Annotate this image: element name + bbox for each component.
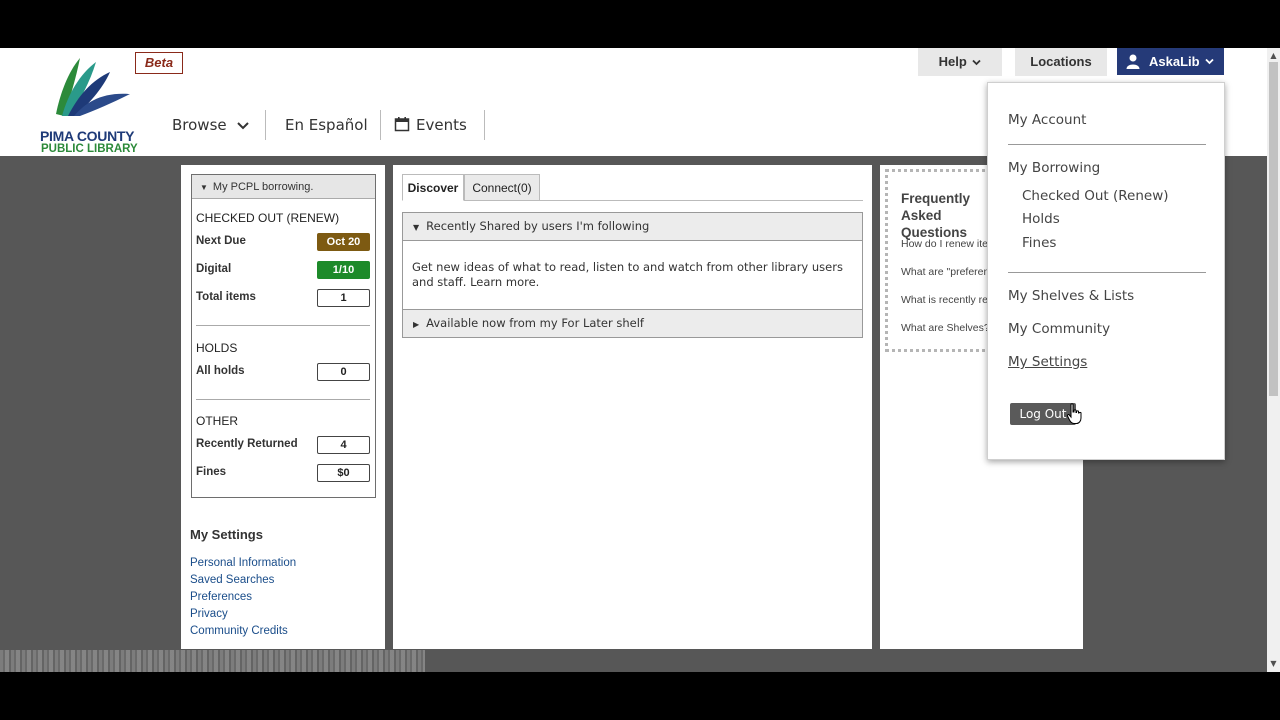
nav-divider — [484, 110, 485, 140]
section-divider — [196, 399, 370, 400]
user-name: AskaLib — [1149, 54, 1200, 69]
menu-my-settings[interactable]: My Settings — [1008, 354, 1087, 370]
available-now-header[interactable]: ▶ Available now from my For Later shelf — [402, 309, 863, 338]
status-bar-blur — [0, 650, 425, 672]
recently-shared-header[interactable]: ▼ Recently Shared by users I'm following — [402, 212, 863, 241]
borrowing-header[interactable]: ▼ My PCPL borrowing. — [192, 175, 375, 199]
borrowing-header-label: My PCPL borrowing. — [212, 181, 314, 193]
borrowing-sidebar: ▼ My PCPL borrowing. CHECKED OUT (RENEW) … — [181, 165, 385, 649]
total-items-badge[interactable]: 1 — [317, 289, 370, 307]
next-due-badge[interactable]: Oct 20 — [317, 233, 370, 251]
chevron-down-icon — [237, 121, 250, 129]
faq-item[interactable]: What are Shelves? — [901, 322, 990, 334]
faq-title: Frequently Asked Questions — [901, 191, 971, 240]
logo-text-county: PIMA COUNTY — [40, 128, 135, 144]
recently-returned-label: Recently Returned — [196, 438, 298, 450]
locations-button[interactable]: Locations — [1015, 48, 1107, 76]
recently-shared-label: Recently Shared by users I'm following — [426, 219, 650, 233]
other-title: OTHER — [196, 414, 238, 428]
menu-my-account[interactable]: My Account — [1008, 112, 1086, 128]
help-label: Help — [938, 54, 967, 69]
user-menu-button[interactable]: AskaLib — [1117, 48, 1224, 75]
nav-browse-label: Browse — [172, 116, 227, 134]
settings-link-privacy[interactable]: Privacy — [190, 608, 228, 620]
menu-divider — [1008, 272, 1206, 273]
digital-badge[interactable]: 1/10 — [317, 261, 370, 279]
caret-right-icon: ▶ — [413, 320, 420, 329]
hand-pointer-icon — [1066, 403, 1082, 424]
menu-my-borrowing[interactable]: My Borrowing — [1008, 160, 1100, 176]
settings-link-saved-searches[interactable]: Saved Searches — [190, 574, 274, 586]
nav-events[interactable]: Events — [394, 110, 467, 140]
digital-label: Digital — [196, 263, 232, 275]
menu-checked-out[interactable]: Checked Out (Renew) — [1022, 188, 1169, 204]
settings-link-personal[interactable]: Personal Information — [190, 557, 296, 569]
page: PIMA COUNTY PUBLIC LIBRARY Beta Browse E… — [0, 48, 1280, 672]
all-holds-label: All holds — [196, 365, 245, 377]
chevron-down-icon — [972, 59, 982, 66]
calendar-icon — [394, 117, 410, 132]
beta-badge: Beta — [135, 52, 183, 74]
fines-badge[interactable]: $0 — [317, 464, 370, 482]
help-button[interactable]: Help — [918, 48, 1002, 76]
caret-down-icon: ▼ — [413, 223, 420, 232]
menu-fines[interactable]: Fines — [1022, 235, 1056, 251]
menu-shelves-lists[interactable]: My Shelves & Lists — [1008, 288, 1134, 304]
next-due-label: Next Due — [196, 235, 246, 247]
caret-down-icon: ▼ — [200, 183, 208, 192]
scroll-thumb[interactable] — [1269, 62, 1278, 396]
fines-label: Fines — [196, 466, 227, 478]
menu-my-community[interactable]: My Community — [1008, 321, 1110, 337]
borrowing-summary: ▼ My PCPL borrowing. CHECKED OUT (RENEW) … — [191, 174, 376, 498]
scroll-up-arrow-icon[interactable]: ▲ — [1267, 50, 1280, 62]
chevron-down-icon — [1205, 58, 1214, 65]
recently-shared-body: Get new ideas of what to read, listen to… — [402, 240, 863, 309]
checked-out-title[interactable]: CHECKED OUT (RENEW) — [196, 211, 339, 225]
my-settings-title: My Settings — [190, 527, 263, 542]
settings-link-community-credits[interactable]: Community Credits — [190, 625, 288, 637]
nav-divider — [265, 110, 266, 140]
nav-browse[interactable]: Browse — [172, 110, 250, 140]
tab-connect[interactable]: Connect(0) — [464, 174, 540, 201]
holds-title: HOLDS — [196, 341, 238, 355]
menu-holds[interactable]: Holds — [1022, 211, 1060, 227]
scroll-down-arrow-icon[interactable]: ▼ — [1267, 658, 1280, 670]
library-logo[interactable]: PIMA COUNTY PUBLIC LIBRARY — [40, 54, 140, 155]
recently-returned-badge[interactable]: 4 — [317, 436, 370, 454]
tab-discover[interactable]: Discover — [402, 174, 464, 201]
settings-link-preferences[interactable]: Preferences — [190, 591, 252, 603]
available-now-label: Available now from my For Later shelf — [426, 316, 644, 330]
logo-fan-icon — [56, 58, 130, 116]
nav-events-label: Events — [416, 116, 467, 134]
all-holds-badge[interactable]: 0 — [317, 363, 370, 381]
section-divider — [196, 325, 370, 326]
main-feed: Discover Connect(0) ▼ Recently Shared by … — [393, 165, 872, 649]
user-icon — [1126, 54, 1140, 69]
total-items-label: Total items — [196, 291, 256, 303]
menu-divider — [1008, 144, 1206, 145]
tab-underline — [402, 200, 863, 201]
logo-text-library: PUBLIC LIBRARY — [41, 143, 138, 155]
nav-espanol[interactable]: En Español — [285, 110, 368, 140]
page-scrollbar[interactable]: ▲ ▼ — [1267, 48, 1280, 672]
account-dropdown-menu: My Account My Borrowing Checked Out (Ren… — [987, 82, 1225, 460]
nav-divider — [380, 110, 381, 140]
